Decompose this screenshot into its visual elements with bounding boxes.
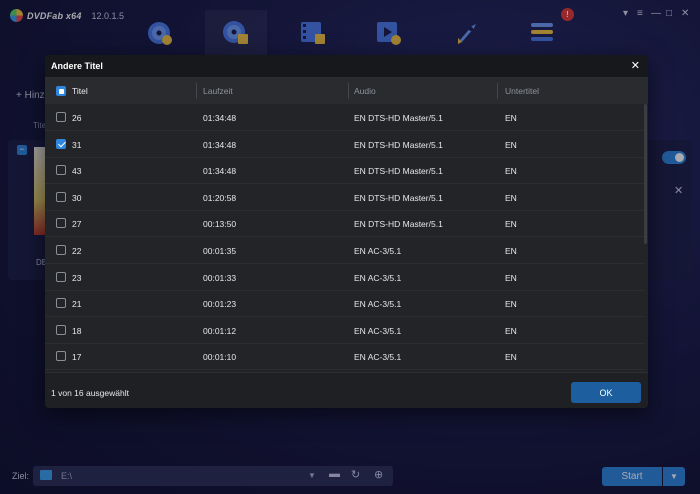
row-checkbox[interactable] — [56, 138, 66, 149]
close-icon[interactable]: ✕ — [631, 59, 640, 72]
row-duration: 00:01:23 — [203, 299, 237, 310]
row-title: 17 — [72, 352, 82, 363]
other-titles-dialog: Andere Titel ✕ Titel Laufzeit Audio Unte… — [45, 55, 648, 408]
row-title: 26 — [72, 113, 82, 123]
row-audio: EN AC-3/5.1 — [354, 352, 402, 363]
column-divider — [196, 83, 197, 99]
row-subtitle: EN — [505, 139, 517, 150]
row-duration: 01:20:58 — [203, 192, 237, 203]
table-row[interactable]: 26 01:34:48 EN DTS-HD Master/5.1 EN — [45, 104, 645, 131]
titles-table-body: 26 01:34:48 EN DTS-HD Master/5.1 EN 31 01:34:… — [45, 104, 645, 372]
row-title: 18 — [72, 325, 82, 336]
column-header-subtitle[interactable]: Untertitel — [505, 86, 539, 96]
row-duration: 00:01:33 — [203, 272, 237, 283]
selection-status: 1 von 16 ausgewählt — [51, 388, 129, 398]
row-audio: EN DTS-HD Master/5.1 — [354, 113, 443, 123]
row-audio: EN DTS-HD Master/5.1 — [354, 192, 443, 203]
row-subtitle: EN — [505, 299, 517, 310]
row-subtitle: EN — [505, 192, 517, 203]
row-duration: 00:01:35 — [203, 246, 237, 256]
row-audio: EN AC-3/5.1 — [354, 325, 402, 336]
row-subtitle: EN — [505, 325, 517, 336]
select-all-checkbox[interactable] — [56, 86, 66, 96]
row-duration: 00:01:12 — [203, 325, 237, 336]
row-title: 30 — [72, 192, 82, 203]
row-subtitle: EN — [505, 272, 517, 283]
row-title: 43 — [72, 166, 82, 177]
row-checkbox[interactable] — [56, 112, 66, 122]
row-checkbox[interactable] — [56, 298, 66, 309]
row-checkbox[interactable] — [56, 351, 66, 362]
row-checkbox[interactable] — [56, 165, 66, 176]
table-row[interactable]: 18 00:01:12 EN AC-3/5.1 EN — [45, 317, 645, 344]
row-subtitle: EN — [505, 219, 517, 230]
row-checkbox[interactable] — [56, 245, 66, 255]
row-checkbox[interactable] — [56, 218, 66, 229]
scrollbar[interactable] — [644, 104, 647, 244]
table-row[interactable]: 22 00:01:35 EN AC-3/5.1 EN — [45, 237, 645, 264]
row-subtitle: EN — [505, 166, 517, 177]
table-row[interactable]: 27 00:13:50 EN DTS-HD Master/5.1 EN — [45, 210, 645, 238]
dialog-footer: 1 von 16 ausgewählt OK — [45, 372, 648, 408]
table-row[interactable]: 31 01:34:48 EN DTS-HD Master/5.1 EN — [45, 131, 645, 158]
column-header-duration[interactable]: Laufzeit — [203, 86, 233, 96]
row-audio: EN AC-3/5.1 — [354, 246, 402, 256]
row-title: 23 — [72, 272, 82, 283]
row-audio: EN AC-3/5.1 — [354, 272, 402, 283]
row-duration: 00:13:50 — [203, 219, 237, 230]
row-duration: 01:34:48 — [203, 166, 237, 177]
dialog-header: Andere Titel ✕ — [45, 55, 648, 77]
table-header: Titel Laufzeit Audio Untertitel — [45, 77, 648, 104]
row-title: 31 — [72, 139, 82, 150]
row-subtitle: EN — [505, 246, 517, 256]
row-checkbox[interactable] — [56, 324, 66, 335]
table-row[interactable]: 23 00:01:33 EN AC-3/5.1 EN — [45, 264, 645, 291]
row-duration: 00:01:10 — [203, 352, 237, 363]
table-row[interactable]: 17 00:01:10 EN AC-3/5.1 EN — [45, 343, 645, 371]
column-header-audio[interactable]: Audio — [354, 86, 376, 96]
table-row[interactable]: 43 01:34:48 EN DTS-HD Master/5.1 EN — [45, 157, 645, 185]
row-title: 27 — [72, 219, 82, 230]
column-divider — [348, 83, 349, 99]
row-audio: EN DTS-HD Master/5.1 — [354, 139, 443, 150]
row-duration: 01:34:48 — [203, 113, 237, 123]
row-checkbox[interactable] — [56, 271, 66, 282]
table-row[interactable]: 21 00:01:23 EN AC-3/5.1 EN — [45, 290, 645, 318]
row-subtitle: EN — [505, 113, 517, 123]
row-audio: EN DTS-HD Master/5.1 — [354, 219, 443, 230]
table-row[interactable]: 30 01:20:58 EN DTS-HD Master/5.1 EN — [45, 184, 645, 211]
column-header-title[interactable]: Titel — [72, 86, 88, 96]
row-title: 21 — [72, 299, 82, 310]
row-title: 22 — [72, 246, 82, 256]
column-divider — [497, 83, 498, 99]
row-audio: EN DTS-HD Master/5.1 — [354, 166, 443, 177]
row-audio: EN AC-3/5.1 — [354, 299, 402, 310]
dialog-title: Andere Titel — [51, 61, 103, 71]
row-duration: 01:34:48 — [203, 139, 237, 150]
ok-button[interactable]: OK — [571, 382, 641, 403]
row-checkbox[interactable] — [56, 191, 66, 202]
row-subtitle: EN — [505, 352, 517, 363]
